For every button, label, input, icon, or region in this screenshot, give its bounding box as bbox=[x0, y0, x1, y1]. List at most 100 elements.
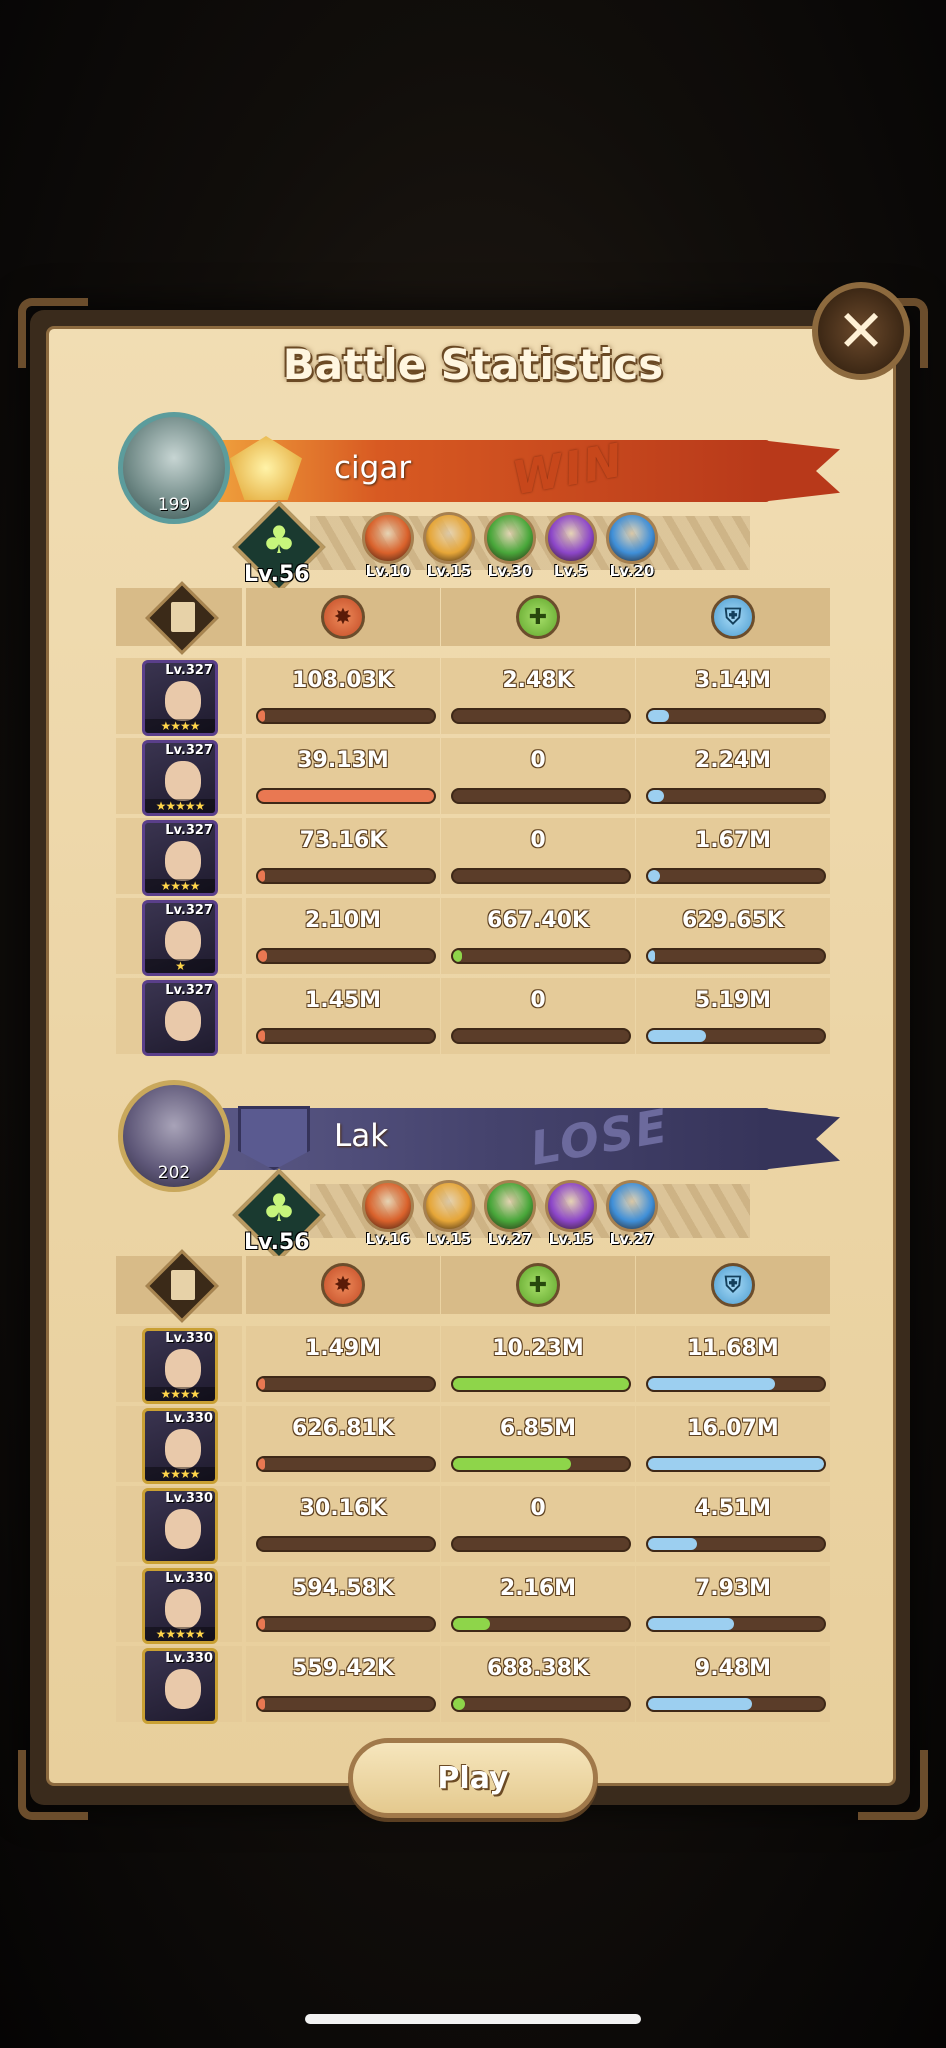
damage-value: 39.13M bbox=[297, 748, 389, 773]
bar-fill bbox=[258, 710, 266, 722]
faction-level: Lv.16 bbox=[365, 1230, 411, 1248]
damage-taken-value: 7.93M bbox=[694, 1576, 772, 1601]
celestial-icon bbox=[606, 1180, 658, 1232]
hero-stat-row: Lv.327 1.45M 0 5.19M bbox=[116, 978, 830, 1056]
damage-cell: 1.45M bbox=[246, 978, 440, 1054]
damage-cell: 39.13M bbox=[246, 738, 440, 814]
damage-taken-cell: 629.65K bbox=[636, 898, 830, 974]
damage-taken-bar bbox=[646, 1616, 826, 1632]
damage-taken-value: 3.14M bbox=[694, 668, 772, 693]
damage-cell: 108.03K bbox=[246, 658, 440, 734]
damage-taken-bar bbox=[646, 1536, 826, 1552]
wilder-icon bbox=[484, 1180, 536, 1232]
hero-stat-row: Lv.330 559.42K 688.38K 9.48M bbox=[116, 1646, 830, 1724]
faction-level: Lv.10 bbox=[365, 562, 411, 580]
damage-cell: 626.81K bbox=[246, 1406, 440, 1482]
hero-face bbox=[165, 841, 201, 881]
healing-bar bbox=[451, 708, 631, 724]
hero-stat-row: Lv.330 ★★★★★ 594.58K 2.16M 7.93M bbox=[116, 1566, 830, 1644]
damage-value: 2.10M bbox=[304, 908, 382, 933]
bar-fill bbox=[453, 1618, 490, 1630]
avatar-level: 202 bbox=[157, 1163, 191, 1183]
player-name: Lak bbox=[334, 1118, 389, 1154]
healing-icon: ✚ bbox=[516, 1263, 560, 1307]
damage-taken-icon: ⛨ bbox=[711, 1263, 755, 1307]
damage-bar bbox=[256, 708, 436, 724]
hero-level: Lv.330 bbox=[165, 1411, 213, 1426]
healing-value: 667.40K bbox=[487, 908, 589, 933]
hero-portrait[interactable]: Lv.330 ★★★★ bbox=[142, 1328, 218, 1404]
hero-face bbox=[165, 1349, 201, 1389]
damage-icon: ✸ bbox=[321, 1263, 365, 1307]
healing-cell: 0 bbox=[441, 818, 635, 894]
player-level: Lv.56 bbox=[244, 562, 310, 587]
healing-bar bbox=[451, 788, 631, 804]
hero-face bbox=[165, 1669, 201, 1709]
damage-taken-bar bbox=[646, 1456, 826, 1472]
frame-corner-ornament bbox=[18, 1750, 88, 1820]
healing-cell: 688.38K bbox=[441, 1646, 635, 1722]
hero-stars: ★★★★★ bbox=[145, 799, 215, 813]
player-avatar[interactable]: 202 bbox=[118, 1080, 230, 1192]
healing-value: 2.16M bbox=[499, 1576, 577, 1601]
play-button[interactable]: Play bbox=[348, 1738, 598, 1818]
healing-bar bbox=[451, 1028, 631, 1044]
healing-cell: 0 bbox=[441, 738, 635, 814]
bar-fill bbox=[258, 1458, 266, 1470]
scroll-icon bbox=[171, 602, 195, 632]
healing-bar bbox=[451, 1456, 631, 1472]
hero-face bbox=[165, 1509, 201, 1549]
damage-cell: 559.42K bbox=[246, 1646, 440, 1722]
damage-taken-value: 9.48M bbox=[694, 1656, 772, 1681]
bar-fill bbox=[258, 1698, 266, 1710]
tree-icon: ♣ bbox=[261, 518, 297, 562]
bar-fill bbox=[648, 1030, 707, 1042]
damage-taken-bar bbox=[646, 1376, 826, 1392]
hero-stars: ★★★★ bbox=[145, 879, 215, 893]
damage-bar bbox=[256, 1696, 436, 1712]
damage-taken-bar bbox=[646, 1028, 826, 1044]
hero-level: Lv.330 bbox=[165, 1651, 213, 1666]
hero-face bbox=[165, 681, 201, 721]
healing-value: 0 bbox=[530, 828, 546, 853]
scroll-icon bbox=[171, 1270, 195, 1300]
bar-fill bbox=[648, 1618, 735, 1630]
healing-bar bbox=[451, 1616, 631, 1632]
healing-cell: 6.85M bbox=[441, 1406, 635, 1482]
hero-portrait[interactable]: Lv.330 ★★★★ bbox=[142, 1408, 218, 1484]
healing-value: 0 bbox=[530, 988, 546, 1013]
damage-taken-value: 11.68M bbox=[687, 1336, 779, 1361]
player-avatar[interactable]: 199 bbox=[118, 412, 230, 524]
hero-stat-row: Lv.327 ★★★★ 108.03K 2.48K 3.14M bbox=[116, 658, 830, 736]
damage-value: 30.16K bbox=[299, 1496, 387, 1521]
hero-portrait[interactable]: Lv.327 ★★★★ bbox=[142, 660, 218, 736]
bar-fill bbox=[453, 1458, 571, 1470]
header-cell: ✸ bbox=[246, 588, 440, 646]
hero-portrait[interactable]: Lv.330 bbox=[142, 1648, 218, 1724]
hero-portrait[interactable]: Lv.327 ★★★★ bbox=[142, 820, 218, 896]
hero-level: Lv.327 bbox=[165, 823, 213, 838]
bar-fill bbox=[648, 950, 656, 962]
healing-cell: 0 bbox=[441, 1486, 635, 1562]
hero-portrait[interactable]: Lv.327 ★★★★★ bbox=[142, 740, 218, 816]
close-button[interactable]: ✕ bbox=[812, 282, 910, 380]
bar-fill bbox=[258, 1618, 266, 1630]
faction-level: Lv.30 bbox=[487, 562, 533, 580]
damage-taken-bar bbox=[646, 1696, 826, 1712]
healing-icon: ✚ bbox=[516, 595, 560, 639]
damage-icon: ✸ bbox=[321, 595, 365, 639]
hero-portrait[interactable]: Lv.330 bbox=[142, 1488, 218, 1564]
hero-stat-row: Lv.330 ★★★★ 626.81K 6.85M 16.07M bbox=[116, 1406, 830, 1484]
hero-stat-row: Lv.327 ★ 2.10M 667.40K 629.65K bbox=[116, 898, 830, 976]
frame-corner-ornament bbox=[858, 1750, 928, 1820]
bar-fill bbox=[258, 950, 267, 962]
damage-taken-bar bbox=[646, 948, 826, 964]
player-level: Lv.56 bbox=[244, 1230, 310, 1255]
healing-value: 688.38K bbox=[487, 1656, 589, 1681]
bar-fill bbox=[648, 1458, 824, 1470]
hero-portrait[interactable]: Lv.330 ★★★★★ bbox=[142, 1568, 218, 1644]
hero-portrait[interactable]: Lv.327 bbox=[142, 980, 218, 1056]
hero-portrait[interactable]: Lv.327 ★ bbox=[142, 900, 218, 976]
damage-taken-value: 4.51M bbox=[694, 1496, 772, 1521]
damage-value: 626.81K bbox=[292, 1416, 394, 1441]
